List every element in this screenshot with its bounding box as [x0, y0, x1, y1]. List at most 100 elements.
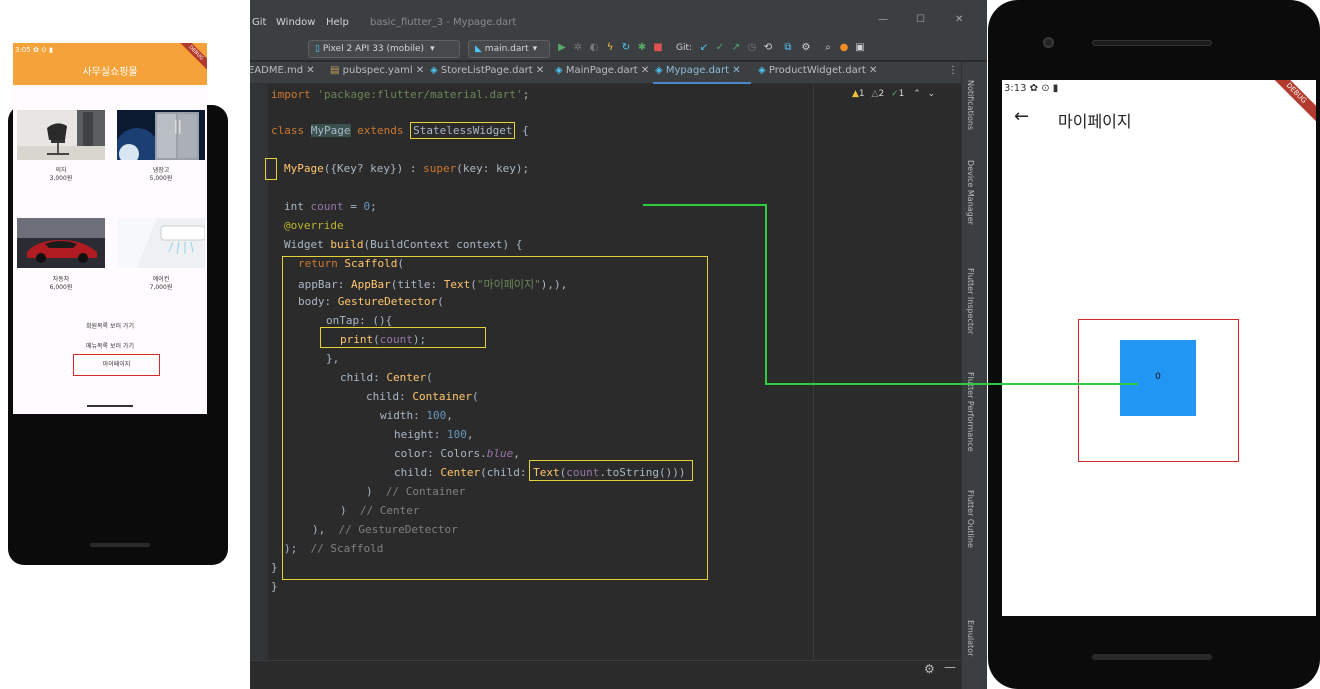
phone-icon: ▯ [315, 44, 323, 54]
connector-line [765, 204, 767, 383]
update-icon[interactable]: ● [838, 42, 850, 54]
debug-icon[interactable]: ✲ [572, 42, 584, 54]
code-line[interactable]: @override [284, 219, 344, 232]
rollback-icon[interactable]: ⟲ [762, 42, 774, 54]
status-bar: 3:13 ✿ ⊙ ▮ [1004, 83, 1059, 94]
tabs-menu-icon[interactable]: ⋮ [948, 65, 958, 76]
run-icon[interactable]: ▶ [556, 42, 568, 54]
profile-icon[interactable]: ◐ [588, 42, 600, 54]
chevron-down-icon: ▾ [430, 44, 435, 54]
settings-gear-icon[interactable]: ⚙ [924, 662, 935, 676]
editor-bottom-bar [250, 660, 987, 689]
app-title: 사무실쇼핑몰 [82, 67, 138, 78]
hot-restart-icon[interactable]: ↻ [620, 42, 632, 54]
page-title: 마이페이지 [1058, 112, 1132, 131]
close-icon[interactable]: ✕ [536, 65, 544, 76]
tab-mainpage[interactable]: ◈ MainPage.dart ✕ [555, 65, 649, 76]
code-line[interactable]: } [271, 580, 278, 593]
ide-title-bar [250, 0, 987, 38]
git-commit-icon[interactable]: ✓ [714, 42, 726, 54]
speaker-grille [1092, 40, 1212, 46]
code-line[interactable]: MyPage({Key? key}) : super(key: key); [284, 162, 529, 175]
constructor-highlight [265, 158, 277, 180]
product-price: 7,000원 [149, 284, 173, 291]
tab-storelistpage[interactable]: ◈ StoreListPage.dart ✕ [430, 65, 544, 76]
menu-window[interactable]: Window [276, 17, 315, 28]
git-push-icon[interactable]: ↗ [730, 42, 742, 54]
tab-readme[interactable]: EADME.md ✕ [250, 65, 315, 76]
scaffold-highlight [282, 256, 708, 580]
warning-icon: ▲ [852, 89, 859, 99]
inspection-widget[interactable]: ▲1 △2 ✓1 ⌃ ⌄ [852, 89, 935, 99]
hot-reload-icon[interactable]: ϟ [604, 42, 616, 54]
active-tab-indicator [653, 82, 751, 84]
chair-image[interactable] [17, 110, 105, 160]
maximize-icon[interactable]: ☐ [916, 14, 925, 25]
tool-flutter-outline[interactable]: Flutter Outline [966, 490, 975, 548]
print-highlight [320, 327, 486, 348]
close-icon[interactable]: ✕ [306, 65, 314, 76]
search-icon[interactable]: ⌕ [822, 42, 834, 54]
code-line[interactable]: } [271, 561, 278, 574]
tool-notifications[interactable]: Notifications [966, 80, 975, 130]
tool-device-manager[interactable]: Device Manager [966, 160, 975, 225]
dart-icon: ◈ [430, 65, 441, 76]
left-phone-screen: 3:05 ✿ ⊙ ▮ DEBUG 사무실쇼핑몰 의자 3,000원 냉장고 5,… [13, 43, 207, 414]
connector-line [765, 383, 1138, 385]
hide-icon[interactable]: — [944, 660, 956, 674]
tap-area-highlight [1078, 319, 1239, 462]
chevron-down-icon[interactable]: ⌄ [928, 89, 936, 99]
run-config-selector[interactable]: ◣ main.dart ▾ [468, 40, 550, 58]
window-title: basic_flutter_3 - Mypage.dart [370, 17, 517, 28]
car-image[interactable] [17, 218, 105, 268]
yaml-icon: ▤ [330, 65, 343, 76]
tab-pubspec[interactable]: ▤ pubspec.yaml ✕ [330, 65, 424, 76]
tab-productwidget[interactable]: ◈ ProductWidget.dart ✕ [758, 65, 877, 76]
phone-chin [90, 543, 150, 547]
typo-icon: ✓ [891, 89, 899, 99]
phone-chin [1092, 654, 1212, 660]
device-mirror-icon[interactable]: ⧉ [782, 42, 794, 54]
camera-icon [1043, 37, 1054, 48]
back-arrow-icon[interactable]: ← [1014, 106, 1029, 127]
tool-flutter-inspector[interactable]: Flutter Inspector [966, 268, 975, 334]
close-icon[interactable]: ✕ [732, 65, 740, 76]
inspector-icon[interactable]: ✱ [636, 42, 648, 54]
stop-icon[interactable]: ■ [652, 42, 664, 54]
code-line[interactable]: class MyPage extends StatelessWidget { [271, 122, 529, 139]
gesture-bar[interactable] [87, 405, 133, 407]
avatar-icon[interactable]: ▣ [854, 42, 866, 54]
debug-banner: DEBUG [1266, 80, 1316, 123]
flutter-icon: ◣ [475, 44, 485, 54]
tab-mypage[interactable]: ◈ Mypage.dart ✕ [655, 65, 741, 76]
menu-git[interactable]: Git [252, 17, 266, 28]
menu-help[interactable]: Help [326, 17, 349, 28]
code-line[interactable]: import 'package:flutter/material.dart'; [271, 88, 529, 101]
mypage-button[interactable]: 마이페이지 [73, 354, 160, 376]
device-selector[interactable]: ▯ Pixel 2 API 33 (mobile) ▾ [308, 40, 460, 58]
history-icon[interactable]: ◷ [746, 42, 758, 54]
right-margin-guide [813, 84, 814, 660]
git-update-icon[interactable]: ↙ [698, 42, 710, 54]
dart-icon: ◈ [555, 65, 566, 76]
fridge-image[interactable] [115, 110, 205, 172]
dart-icon: ◈ [655, 65, 666, 76]
code-line[interactable]: int count = 0; [284, 200, 377, 213]
close-icon[interactable]: ✕ [416, 65, 424, 76]
product-price: 5,000원 [149, 175, 173, 182]
menu-list-link[interactable]: 메뉴목록 보러 가기 [13, 341, 207, 350]
minimize-icon[interactable]: — [878, 14, 888, 25]
aircon-image[interactable] [117, 218, 206, 268]
git-label: Git: [675, 43, 693, 53]
ide-window: Git Window Help basic_flutter_3 - Mypage… [250, 0, 987, 689]
code-line[interactable]: Widget build(BuildContext context) { [284, 238, 522, 251]
tool-emulator[interactable]: Emulator [966, 620, 975, 656]
chevron-up-icon[interactable]: ⌃ [913, 89, 921, 99]
chevron-down-icon: ▾ [532, 44, 538, 54]
close-icon[interactable]: ✕ [869, 65, 877, 76]
close-icon[interactable]: ✕ [641, 65, 649, 76]
member-list-link[interactable]: 회원목록 보러 가기 [13, 321, 207, 330]
status-bar: 3:05 ✿ ⊙ ▮ [15, 46, 53, 54]
sdk-manager-icon[interactable]: ⚙ [800, 42, 812, 54]
close-icon[interactable]: ✕ [955, 14, 963, 25]
